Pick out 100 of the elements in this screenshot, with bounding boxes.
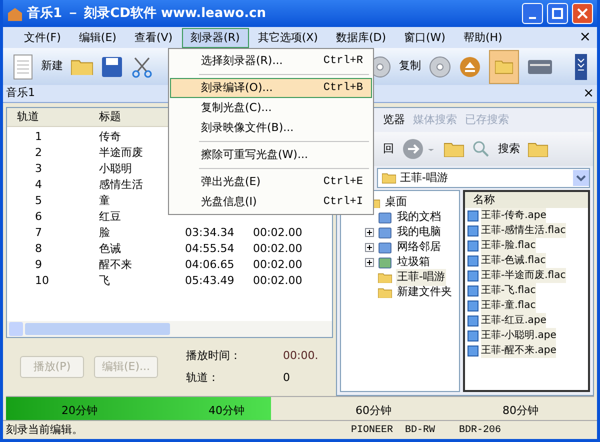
audio-file-icon	[467, 284, 479, 296]
file-name[interactable]: 王菲-红豆.ape	[481, 313, 546, 328]
table-cell-text: 小聪明	[98, 160, 133, 177]
tree-item[interactable]: 垃圾箱	[396, 254, 431, 271]
file-name[interactable]: 王菲-色诫.flac	[481, 253, 546, 268]
drive-name: PIONEER BD-RW BDR-206	[351, 424, 502, 438]
table-cell-text: 00:02.00	[253, 256, 304, 273]
file-name[interactable]: 王菲-脸.flac	[481, 238, 536, 253]
info-label: 播放时间：	[186, 348, 241, 364]
tree-item[interactable]: 我的文档	[396, 209, 442, 226]
tree-item[interactable]: 王菲-唱游	[396, 269, 446, 286]
menu-item[interactable]: 文件(F)	[15, 28, 70, 48]
menu-option[interactable]: 擦除可重写光盘(W)...	[170, 145, 372, 165]
minimize-button[interactable]	[522, 3, 543, 24]
menu-close-button[interactable]: ×	[579, 27, 591, 48]
address-field[interactable]: 王菲-唱游	[377, 168, 590, 188]
table-cell-text: 00:02.00	[253, 272, 304, 289]
table-cell-text: 红豆	[98, 208, 122, 225]
table-cell-text: 03:34.34	[184, 224, 236, 241]
file-name[interactable]: 王菲-传奇.ape	[481, 208, 546, 223]
table-cell-text: 8	[34, 240, 43, 257]
folder-icon	[378, 272, 392, 284]
horizontal-scrollbar[interactable]	[7, 321, 332, 337]
menu-item[interactable]: 数据库(D)	[326, 28, 395, 48]
tree-item[interactable]: 新建文件夹	[396, 284, 453, 301]
table-cell-text: 醒不来	[98, 256, 133, 273]
table-cell-text: 3	[34, 160, 43, 177]
close-icon	[577, 8, 588, 19]
column-header[interactable]: 轨道	[7, 108, 89, 126]
expand-icon[interactable]	[365, 243, 374, 252]
audio-file-icon	[467, 210, 479, 222]
timeline-label: 80分钟	[502, 402, 538, 418]
browser-tab[interactable]: 览器	[383, 112, 405, 128]
file-name[interactable]: 王菲-童.flac	[481, 298, 536, 313]
expand-icon[interactable]	[365, 258, 374, 267]
table-cell-text: 9	[34, 256, 43, 273]
menu-item[interactable]: 其它选项(X)	[248, 28, 327, 48]
forward-arrow-icon[interactable]	[402, 138, 436, 160]
table-cell-text: 2	[34, 144, 43, 161]
minimize-icon	[529, 16, 536, 18]
timeline-label: 40分钟	[208, 402, 244, 418]
back-button[interactable]: 回	[383, 140, 394, 158]
file-name[interactable]: 王菲-醒不来.ape	[481, 343, 556, 358]
search-icon[interactable]	[472, 140, 490, 158]
tree-item[interactable]: 我的电脑	[396, 224, 442, 241]
menu-item[interactable]: 帮助(H)	[454, 28, 512, 48]
file-name[interactable]: 王菲-感情生活.flac	[481, 223, 566, 238]
audio-file-icon	[467, 254, 479, 266]
file-name[interactable]: 王菲-半途而废.flac	[481, 268, 566, 283]
table-cell-text: 传奇	[98, 128, 122, 145]
new-button[interactable]: 新建	[41, 58, 63, 75]
close-button[interactable]	[572, 3, 593, 24]
table-cell-text: 4	[34, 176, 43, 193]
overflow-icon[interactable]	[575, 54, 587, 80]
menu-item[interactable]: 查看(V)	[125, 28, 182, 48]
menu-option[interactable]: 复制光盘(C)...	[170, 98, 372, 118]
status-message: 刻录当前编辑。	[6, 422, 84, 438]
tree-item[interactable]: 桌面	[384, 194, 408, 211]
audio-file-icon	[467, 270, 479, 282]
menu-option[interactable]: 光盘信息(I) Ctrl+I	[170, 192, 372, 212]
menu-option[interactable]: 刻录映像文件(B)...	[170, 118, 372, 138]
menu-option[interactable]: 弹出光盘(E) Ctrl+E	[170, 172, 372, 192]
menu-option[interactable]: 选择刻录器(R)... Ctrl+R	[170, 51, 372, 71]
disc-info-icon	[429, 56, 451, 78]
info-value: 0	[283, 370, 291, 386]
column-header[interactable]: 名称	[465, 192, 588, 208]
scissors-icon[interactable]	[131, 56, 153, 78]
folder-icon	[378, 286, 392, 298]
maximize-icon	[552, 8, 563, 19]
table-cell-text: 00:02.00	[253, 224, 304, 241]
copy-button[interactable]: 复制	[399, 58, 421, 75]
table-cell-text: 7	[34, 224, 43, 241]
menu-item[interactable]: 窗口(W)	[395, 28, 454, 48]
eject-icon[interactable]	[459, 56, 481, 78]
audio-file-icon	[467, 344, 479, 356]
new-document-icon[interactable]	[13, 54, 33, 80]
file-name[interactable]: 王菲-飞.flac	[481, 283, 536, 298]
table-cell-text: 脸	[98, 224, 111, 241]
table-cell-text: 5	[34, 192, 43, 209]
menu-item[interactable]: 刻录器(R)	[182, 28, 249, 48]
menu-option[interactable]: 刻录编译(O)... Ctrl+B	[170, 78, 372, 98]
app-icon	[7, 6, 23, 20]
maximize-button[interactable]	[547, 3, 568, 24]
column-header[interactable]: 标题	[89, 108, 167, 126]
table-cell-text: 1	[34, 128, 43, 145]
window-title: 音乐1 － 刻录CD软件 www.leawo.cn	[27, 4, 266, 23]
folder-icon	[382, 172, 396, 184]
shortcut-label: Ctrl+R	[323, 54, 363, 69]
file-name[interactable]: 王菲-小聪明.ape	[481, 328, 556, 343]
menu-item[interactable]: 编辑(E)	[70, 28, 126, 48]
table-cell-text: 飞	[98, 272, 111, 289]
audio-file-icon	[467, 330, 479, 342]
search-button[interactable]: 搜索	[498, 140, 520, 158]
audio-file-icon	[467, 300, 479, 312]
expand-icon[interactable]	[365, 228, 374, 237]
save-icon[interactable]	[101, 56, 123, 78]
shortcut-label: Ctrl+I	[323, 194, 363, 210]
drive-icon[interactable]	[527, 58, 553, 74]
tree-item[interactable]: 网络邻居	[396, 239, 442, 256]
document-close-button[interactable]: ×	[583, 84, 594, 104]
